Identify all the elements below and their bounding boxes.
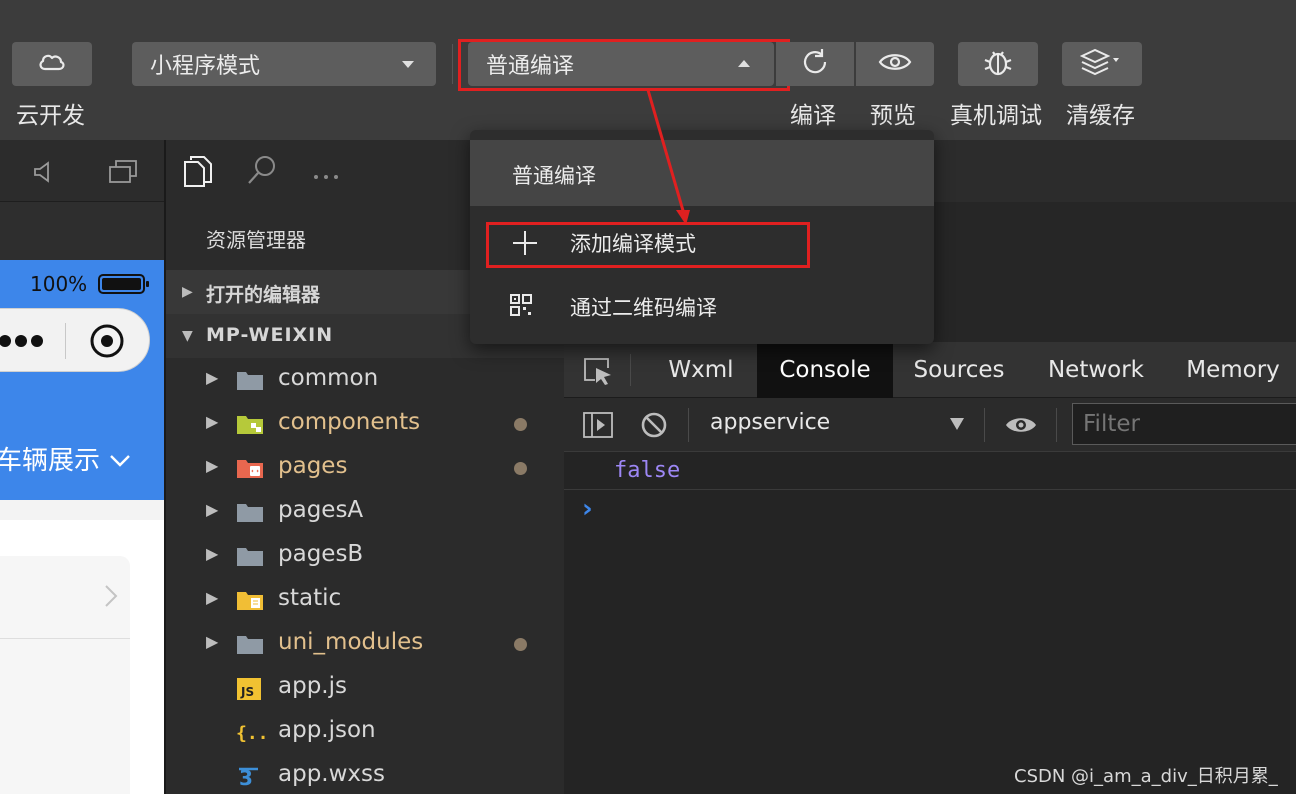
annotation-arrow-icon bbox=[646, 89, 690, 225]
watermark: CSDN @i_am_a_div_日积月累_ bbox=[1014, 766, 1278, 787]
